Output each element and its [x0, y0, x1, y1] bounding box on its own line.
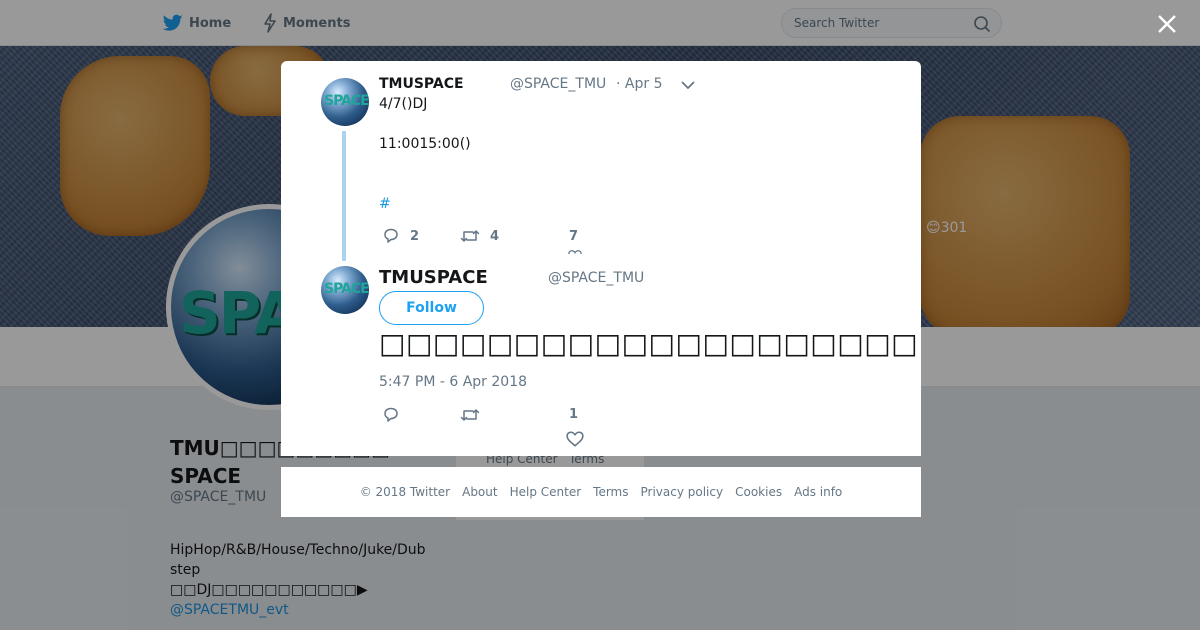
- retweet-icon: [460, 409, 480, 421]
- like-count: 1: [569, 407, 579, 422]
- tweet-text-line: 11:0015:00(): [379, 136, 471, 152]
- footer-terms-link[interactable]: Terms: [593, 485, 628, 499]
- tweet-permalink-modal: SPACE TMUSPACE @SPACE_TMU · Apr 5 4/7()D…: [281, 61, 921, 456]
- retweet-button[interactable]: 4: [460, 228, 499, 244]
- retweet-button[interactable]: [460, 407, 490, 423]
- tweet-date[interactable]: · Apr 5: [616, 76, 662, 92]
- reply-count: 2: [410, 228, 420, 244]
- follow-button[interactable]: Follow: [379, 291, 484, 325]
- tweet-author-avatar[interactable]: SPACE: [321, 78, 369, 126]
- modal-footer: © 2018 Twitter About Help Center Terms P…: [281, 467, 921, 517]
- tweet-author-handle[interactable]: @SPACE_TMU: [548, 270, 644, 286]
- tweet-author-handle[interactable]: @SPACE_TMU: [510, 76, 606, 92]
- footer-help-link[interactable]: Help Center: [510, 485, 582, 499]
- like-count: 7: [569, 229, 579, 244]
- close-icon[interactable]: [1155, 12, 1179, 36]
- reply-icon: [384, 407, 398, 422]
- retweet-count: 4: [490, 228, 500, 244]
- footer-cookies-link[interactable]: Cookies: [735, 485, 782, 499]
- heart-icon: [568, 248, 582, 254]
- tweet-text-line: 4/7()DJ: [379, 96, 428, 112]
- like-button[interactable]: 1: [569, 407, 578, 422]
- footer-copyright: © 2018 Twitter: [359, 485, 451, 499]
- tweet-main-text: □□□□□□□□□□□□□□□□□□□□: [379, 327, 919, 360]
- thread-connector-line: [342, 131, 346, 261]
- tweet-timestamp[interactable]: 5:47 PM - 6 Apr 2018: [379, 374, 527, 390]
- tweet-author-avatar[interactable]: SPACE: [321, 266, 369, 314]
- footer-ads-link[interactable]: Ads info: [794, 485, 842, 499]
- footer-about-link[interactable]: About: [462, 485, 497, 499]
- tweet-author-name[interactable]: TMUSPACE: [379, 267, 488, 288]
- reply-icon: [384, 228, 398, 243]
- reply-button[interactable]: 2: [382, 228, 419, 244]
- heart-icon[interactable]: [566, 431, 584, 447]
- like-button[interactable]: 7: [569, 229, 578, 244]
- footer-privacy-link[interactable]: Privacy policy: [641, 485, 724, 499]
- retweet-icon: [460, 230, 480, 242]
- reply-button[interactable]: [382, 407, 410, 423]
- chevron-down-icon[interactable]: [681, 80, 695, 90]
- tweet-hashtag-link[interactable]: #: [379, 196, 391, 212]
- tweet-author-name[interactable]: TMUSPACE: [379, 76, 464, 92]
